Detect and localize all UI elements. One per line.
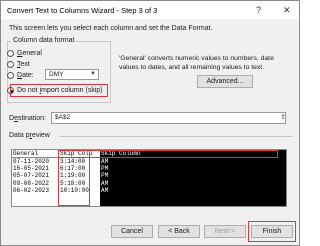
title-bar: Convert Text to Columns Wizard - Step 3 … bbox=[1, 1, 299, 19]
preview-cell: PM bbox=[101, 165, 109, 173]
skip-header-highlight bbox=[58, 150, 278, 158]
range-picker-icon[interactable]: ⇧ bbox=[278, 113, 288, 123]
date-format-select[interactable]: DMY ▼ bbox=[45, 69, 99, 80]
preview-cell: 06-02-2023 bbox=[13, 186, 50, 194]
cancel-button[interactable]: Cancel bbox=[111, 225, 153, 238]
radio-text[interactable]: Text bbox=[7, 61, 30, 68]
next-button[interactable]: Next > bbox=[204, 225, 246, 238]
preview-cell: AM bbox=[101, 186, 109, 194]
text-to-columns-dialog: Convert Text to Columns Wizard - Step 3 … bbox=[0, 0, 300, 246]
radio-general-icon[interactable] bbox=[7, 50, 14, 57]
destination-input[interactable]: $A$2 bbox=[51, 112, 286, 124]
preview-cell: 05-07-2021 bbox=[13, 172, 50, 180]
preview-cell: PM bbox=[101, 172, 109, 180]
radio-general-label: General bbox=[17, 50, 42, 57]
date-format-value: DMY bbox=[49, 71, 64, 78]
back-button[interactable]: < Back bbox=[158, 225, 200, 238]
radio-date-icon[interactable] bbox=[7, 72, 14, 79]
column-format-legend: Column data format bbox=[11, 37, 77, 44]
help-icon[interactable]: ? bbox=[256, 5, 261, 15]
radio-text-icon[interactable] bbox=[7, 61, 14, 68]
skip-column-highlight bbox=[58, 150, 90, 206]
preview-cell: 09-08-2022 bbox=[13, 179, 50, 187]
preview-cell: AM bbox=[101, 158, 109, 165]
finish-highlight bbox=[248, 221, 296, 242]
preview-header[interactable]: General bbox=[12, 150, 59, 158]
advanced-button[interactable]: Advanced... bbox=[197, 75, 253, 88]
close-icon[interactable]: ✕ bbox=[283, 5, 291, 15]
preview-cell: AM bbox=[101, 179, 109, 187]
radio-text-label: Text bbox=[17, 61, 30, 68]
preview-column-skip-2[interactable]: Skip Column AM PM PM AM AM bbox=[100, 150, 286, 206]
preview-cell: 07-11-2020 bbox=[13, 158, 50, 165]
radio-date[interactable]: Date: bbox=[7, 72, 34, 79]
preview-cell: 16-05-2021 bbox=[13, 165, 50, 173]
destination-label: Destination: bbox=[9, 115, 46, 122]
skip-option-highlight bbox=[10, 84, 108, 97]
intro-text: This screen lets you select each column … bbox=[9, 25, 213, 32]
radio-date-label: Date: bbox=[17, 72, 34, 79]
preview-column-general[interactable]: General 07-11-2020 16-05-2021 05-07-2021… bbox=[12, 150, 59, 206]
preview-divider bbox=[59, 136, 293, 137]
data-preview-label: Data preview bbox=[9, 132, 50, 139]
chevron-down-icon[interactable]: ▼ bbox=[90, 70, 96, 79]
window-title: Convert Text to Columns Wizard - Step 3 … bbox=[7, 6, 158, 15]
radio-general[interactable]: General bbox=[7, 50, 42, 57]
general-note: 'General' converts numeric values to num… bbox=[119, 55, 274, 71]
